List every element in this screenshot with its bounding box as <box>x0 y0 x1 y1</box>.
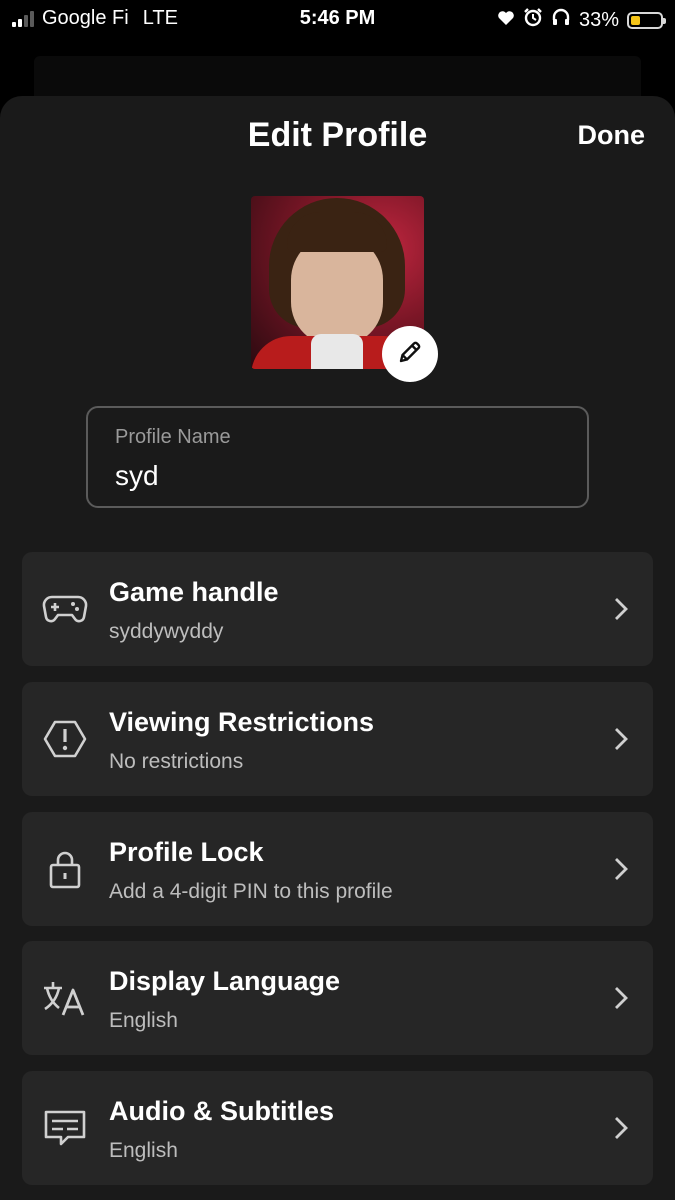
chevron-right-icon <box>613 985 629 1011</box>
edit-profile-sheet: Edit Profile Done Profile Name syd Game … <box>0 96 675 1200</box>
alarm-icon <box>523 7 543 33</box>
chevron-right-icon <box>613 856 629 882</box>
chevron-right-icon <box>613 596 629 622</box>
chevron-right-icon <box>613 726 629 752</box>
display-language-row[interactable]: Display Language English <box>22 941 653 1055</box>
warning-hexagon-icon <box>42 719 88 759</box>
gamepad-icon <box>42 589 88 629</box>
viewing-restrictions-row[interactable]: Viewing Restrictions No restrictions <box>22 682 653 796</box>
profile-name-field[interactable]: Profile Name syd <box>86 406 589 508</box>
audio-subtitles-row[interactable]: Audio & Subtitles English <box>22 1071 653 1185</box>
done-button[interactable]: Done <box>578 120 646 151</box>
page-title: Edit Profile <box>247 116 428 154</box>
row-title: Game handle <box>109 577 279 607</box>
pencil-icon <box>395 337 425 372</box>
edit-avatar-button[interactable] <box>382 326 438 382</box>
row-subtitle: No restrictions <box>109 750 244 773</box>
lock-icon <box>42 849 88 889</box>
heart-icon <box>497 9 515 32</box>
profile-name-label: Profile Name <box>115 426 231 448</box>
headphones-icon <box>551 7 571 33</box>
translate-icon <box>42 978 88 1018</box>
row-title: Profile Lock <box>109 837 264 867</box>
row-subtitle: English <box>109 1009 178 1032</box>
row-title: Viewing Restrictions <box>109 707 375 737</box>
row-subtitle: English <box>109 1139 178 1162</box>
status-right: 33% <box>497 7 666 33</box>
row-subtitle: syddywyddy <box>109 620 224 643</box>
battery-percent: 33% <box>578 8 619 31</box>
chevron-right-icon <box>613 1115 629 1141</box>
status-bar: Google Fi LTE 5:46 PM 33% <box>0 0 675 38</box>
game-handle-row[interactable]: Game handle syddywyddy <box>22 552 653 666</box>
subtitles-icon <box>42 1108 88 1148</box>
row-title: Audio & Subtitles <box>109 1096 334 1126</box>
profile-lock-row[interactable]: Profile Lock Add a 4-digit PIN to this p… <box>22 812 653 926</box>
row-subtitle: Add a 4-digit PIN to this profile <box>109 880 393 903</box>
row-title: Display Language <box>109 966 341 996</box>
profile-name-input[interactable]: syd <box>115 460 159 492</box>
battery-fill <box>631 15 640 25</box>
battery-icon <box>627 11 666 29</box>
